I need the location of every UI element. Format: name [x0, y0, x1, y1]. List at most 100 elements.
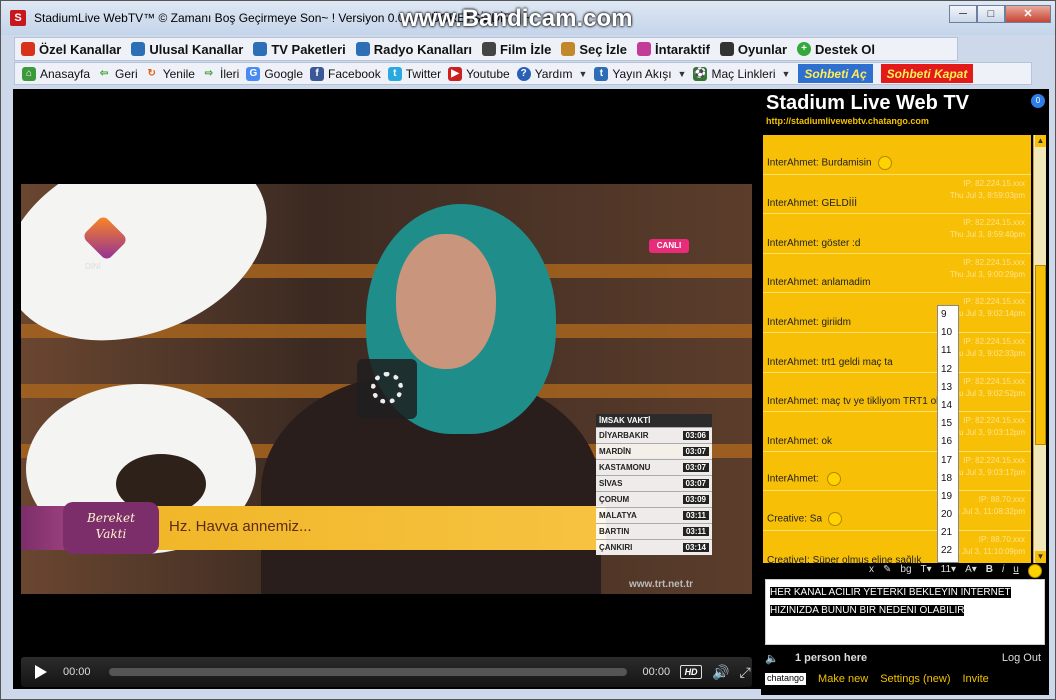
font-size-option[interactable]: 11: [938, 342, 958, 360]
google-icon: G: [246, 66, 261, 81]
twitter-icon: t: [387, 66, 402, 81]
seek-bar[interactable]: [108, 668, 627, 676]
underline-button[interactable]: u: [1013, 564, 1019, 578]
font-size-option[interactable]: 12: [938, 361, 958, 379]
home-link[interactable]: ⌂ Anasayfa: [22, 66, 90, 81]
message-time: Thu Jul 3, 9:02:14pm: [949, 309, 1025, 319]
video-player[interactable]: DİNİ CANLI Bereket Vakti Hz. Havva annemi…: [13, 89, 761, 689]
prayer-city: KASTAMONU: [599, 463, 651, 472]
text-style-button[interactable]: T▾: [921, 564, 932, 578]
chat-status-bar: 🔈 1 person here Log Out: [765, 652, 1047, 665]
font-size-option[interactable]: 16: [938, 433, 958, 451]
google-link[interactable]: G Google: [246, 66, 303, 81]
chat-input[interactable]: HER KANAL ACILIR YETERKI BEKLEYIN INTERN…: [765, 579, 1045, 645]
font-size-option[interactable]: 22: [938, 542, 958, 560]
youtube-icon: ▶: [448, 66, 463, 81]
chat-url-link[interactable]: http://stadiumlivewebtv.chatango.com: [766, 116, 929, 126]
chat-close-button[interactable]: Sohbeti Kapat: [880, 64, 974, 83]
youtube-link[interactable]: ▶ Youtube: [448, 66, 510, 81]
stream-link[interactable]: t Yayın Akışı ▼: [594, 66, 686, 81]
menu-ozel-kanallar[interactable]: Özel Kanallar: [21, 42, 121, 57]
menu-radyo-kanallari[interactable]: Radyo Kanalları: [355, 42, 472, 57]
bold-button[interactable]: B: [986, 564, 993, 578]
twitter-label: Twitter: [405, 66, 442, 81]
menu-label: Destek Ol: [815, 41, 876, 57]
font-size-option[interactable]: 17: [938, 452, 958, 470]
back-label: Geri: [115, 66, 138, 81]
text-color-icon[interactable]: A▾: [965, 564, 977, 578]
menu-sec-izle[interactable]: Seç İzle: [561, 42, 627, 57]
scroll-thumb[interactable]: [1035, 265, 1046, 445]
chat-open-button[interactable]: Sohbeti Aç: [798, 64, 873, 83]
menu-tv-paketleri[interactable]: TV Paketleri: [253, 42, 346, 57]
prayer-table-title: İMSAK VAKTİ: [596, 414, 712, 427]
app-window: S StadiumLive WebTV™ © Zamanı Boş Geçirm…: [0, 0, 1056, 700]
speaker-icon[interactable]: 🔈: [765, 653, 779, 665]
font-size-option[interactable]: 20: [938, 506, 958, 524]
logout-link[interactable]: Log Out: [1002, 652, 1041, 664]
message-ip: IP: 82.224.15.xxx: [963, 178, 1025, 188]
prayer-city: ÇANKIRI: [599, 543, 633, 552]
fullscreen-icon[interactable]: ⤢: [740, 664, 751, 681]
twitter-link[interactable]: t Twitter: [387, 66, 442, 81]
prayer-city: MALATYA: [599, 511, 637, 520]
clear-format-button[interactable]: x: [869, 564, 874, 578]
minimize-button[interactable]: ─: [949, 5, 977, 23]
refresh-link[interactable]: ↻ Yenile: [145, 67, 195, 81]
maximize-button[interactable]: □: [977, 5, 1005, 23]
font-size-option[interactable]: 9: [938, 306, 958, 324]
scroll-down-icon[interactable]: ▼: [1035, 551, 1046, 563]
menu-oyunlar[interactable]: Oyunlar: [719, 42, 787, 57]
help-link[interactable]: ? Yardım ▼: [516, 66, 588, 81]
menu-ulusal-kanallar[interactable]: Ulusal Kanallar: [131, 42, 243, 57]
plus-icon: +: [797, 42, 812, 56]
prayer-row: BARTIN 03:11: [596, 523, 712, 539]
chatango-logo[interactable]: chatango: [765, 673, 807, 685]
play-icon[interactable]: [35, 665, 47, 679]
invite-link[interactable]: Invite: [963, 673, 989, 685]
chevron-down-icon: ▼: [578, 68, 588, 79]
forward-link[interactable]: ⇨ İleri: [202, 67, 240, 81]
scroll-up-icon[interactable]: ▲: [1035, 135, 1046, 147]
font-size-option[interactable]: 14: [938, 397, 958, 415]
settings-link[interactable]: Settings (new): [880, 673, 950, 685]
font-size-option[interactable]: 15: [938, 415, 958, 433]
match-links[interactable]: ⚽ Maç Linkleri ▼: [693, 66, 791, 81]
volume-icon[interactable]: 🔊: [712, 664, 729, 681]
emoji-icon[interactable]: [1027, 564, 1042, 578]
message-text: InterAhmet: trt1 geldi maç ta: [767, 357, 893, 368]
font-size-option[interactable]: 18: [938, 470, 958, 488]
chevron-down-icon: ▼: [781, 68, 791, 79]
bg-button[interactable]: bg: [900, 564, 911, 578]
message-text: InterAhmet: ok: [767, 436, 832, 447]
chat-message: IP: 88.70.xxx Thu Jul 3, 11:10:09pm Creati…: [763, 531, 1031, 563]
font-size-option[interactable]: 13: [938, 379, 958, 397]
message-user: InterAhmet:: [767, 277, 819, 289]
message-body: göster :d: [821, 237, 861, 249]
chat-scrollbar[interactable]: ▲ ▼: [1033, 135, 1046, 563]
hd-button[interactable]: HD: [680, 665, 703, 679]
bereket-logo: Bereket Vakti: [63, 502, 159, 554]
menu-intaraktif[interactable]: İntaraktif: [637, 42, 710, 57]
message-ip: IP: 82.224.15.xxx: [963, 257, 1025, 267]
prayer-city: SİVAS: [599, 479, 623, 488]
font-size-button[interactable]: 11▾: [941, 564, 956, 578]
make-new-link[interactable]: Make new: [818, 673, 868, 685]
facebook-link[interactable]: f Facebook: [310, 66, 381, 81]
back-arrow-icon: ⇦: [99, 67, 109, 79]
font-size-option[interactable]: 10: [938, 324, 958, 342]
menu-film-izle[interactable]: Film İzle: [482, 42, 551, 57]
message-meta: IP: 82.224.15.xxx Thu Jul 3, 9:02:14pm: [950, 296, 1025, 320]
player-controls: 00:00 00:00 HD 🔊 ⤢: [21, 657, 752, 687]
back-link[interactable]: ⇦ Geri: [97, 67, 138, 81]
italic-button[interactable]: i: [1002, 564, 1004, 578]
message-ip: IP: 82.224.15.xxx: [963, 218, 1025, 228]
font-size-option[interactable]: 19: [938, 488, 958, 506]
pencil-icon[interactable]: ✎: [883, 564, 891, 578]
notification-badge[interactable]: 0: [1031, 94, 1045, 108]
font-size-option[interactable]: 21: [938, 524, 958, 542]
close-button[interactable]: ✕: [1005, 5, 1051, 23]
menu-destek-ol[interactable]: + Destek Ol: [797, 42, 875, 57]
help-icon: ?: [516, 66, 531, 81]
message-user: Creative:: [767, 513, 808, 525]
